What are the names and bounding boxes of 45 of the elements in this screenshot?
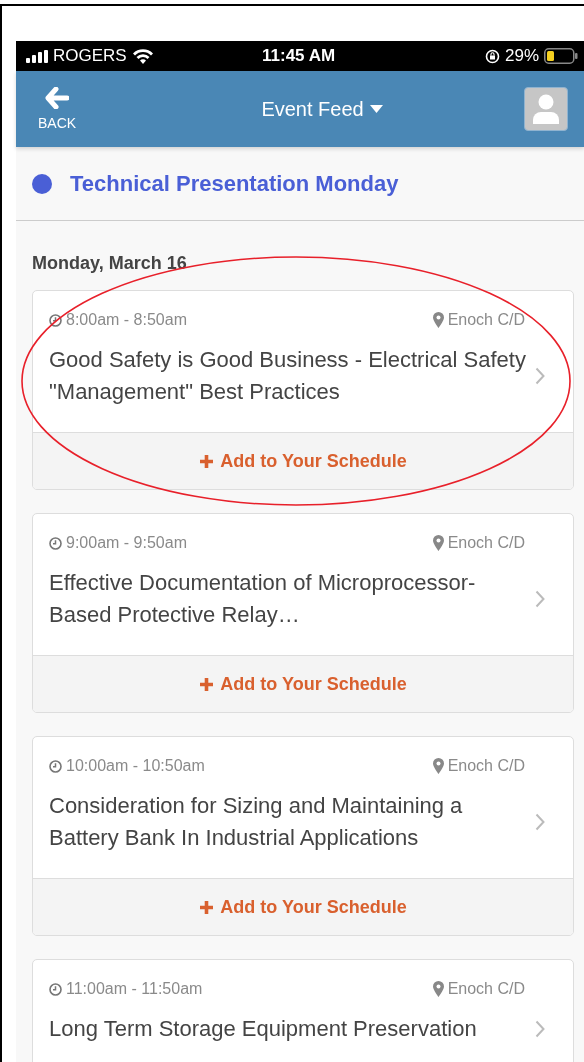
wifi-icon (131, 48, 154, 64)
map-pin-icon (432, 312, 444, 328)
session-title: Technical Presentation Monday (70, 170, 399, 197)
plus-icon (199, 676, 215, 692)
carrier-name: ROGERS (53, 46, 127, 66)
plus-icon (199, 899, 215, 915)
event-time: 9:00am - 9:50am (49, 533, 187, 553)
event-title[interactable]: Consideration for Sizing and Maintaining a Battery Bank In Industrial Applications (49, 790, 529, 854)
plus-icon (199, 453, 215, 469)
signal-icon (26, 49, 48, 63)
chevron-right-icon (535, 813, 545, 831)
chevron-right-icon (535, 367, 545, 385)
user-silhouette-icon (533, 94, 559, 124)
clock-icon (49, 536, 62, 550)
add-to-schedule-button[interactable]: Add to Your Schedule (33, 655, 573, 712)
clock-time: 11:45 AM (262, 46, 336, 66)
chevron-right-icon (535, 1020, 545, 1038)
map-pin-icon (432, 535, 444, 551)
event-title[interactable]: Effective Documentation of Microprocessor-Based Protective Relay… (49, 567, 529, 631)
battery-percent: 29% (504, 46, 539, 66)
event-title[interactable]: Good Safety is Good Business - Electrical Safety "Management" Best Practices (49, 344, 529, 408)
event-time: 10:00am - 10:50am (49, 756, 205, 776)
clock-icon (49, 982, 62, 996)
map-pin-icon (432, 758, 444, 774)
event-location: Enoch C/D (432, 533, 525, 553)
caret-icon (369, 105, 383, 113)
chevron-right-icon (535, 590, 545, 608)
map-pin-icon (432, 981, 444, 997)
add-to-schedule-button[interactable]: Add to Your Schedule (33, 878, 573, 935)
event-location: Enoch C/D (432, 310, 525, 330)
event-time: 8:00am - 8:50am (49, 310, 187, 330)
event-title[interactable]: Long Term Storage Equipment Preservation (49, 1013, 529, 1045)
avatar-button[interactable] (524, 87, 568, 131)
event-location: Enoch C/D (432, 756, 525, 776)
day-heading: Monday, March 16 (32, 253, 188, 274)
event-feed-dropdown[interactable]: Event Feed (255, 96, 389, 122)
clock-icon (49, 313, 62, 327)
clock-icon (49, 759, 62, 773)
event-time: 11:00am - 11:50am (49, 979, 203, 999)
back-arrow-icon (45, 87, 70, 109)
battery-icon (544, 48, 578, 64)
event-location: Enoch C/D (432, 979, 525, 999)
back-button[interactable]: BACK (36, 83, 79, 135)
add-to-schedule-button[interactable]: Add to Your Schedule (33, 432, 573, 489)
rotation-lock-icon (484, 48, 500, 64)
